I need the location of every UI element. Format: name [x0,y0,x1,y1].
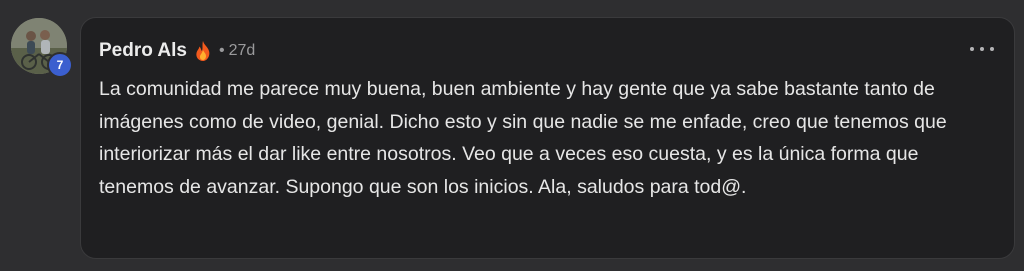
level-badge: 7 [47,52,73,78]
comment-card: Pedro Als • 27d La comunidad me parece m… [80,17,1015,259]
more-options-icon[interactable] [970,40,994,58]
timestamp: 27d [228,42,256,59]
meta-separator: • [219,42,225,59]
avatar-wrapper[interactable]: 7 [11,18,73,78]
comment-thread: 7 Pedro Als • 27d La comunidad me parece… [0,0,1024,271]
comment-body: La comunidad me parece muy buena, buen a… [99,78,947,198]
flame-icon [196,41,210,61]
more-dot [980,47,984,51]
comment-header: Pedro Als • 27d [99,37,255,65]
author-name[interactable]: Pedro Als [99,40,187,62]
more-dot [970,47,974,51]
more-dot [990,47,994,51]
